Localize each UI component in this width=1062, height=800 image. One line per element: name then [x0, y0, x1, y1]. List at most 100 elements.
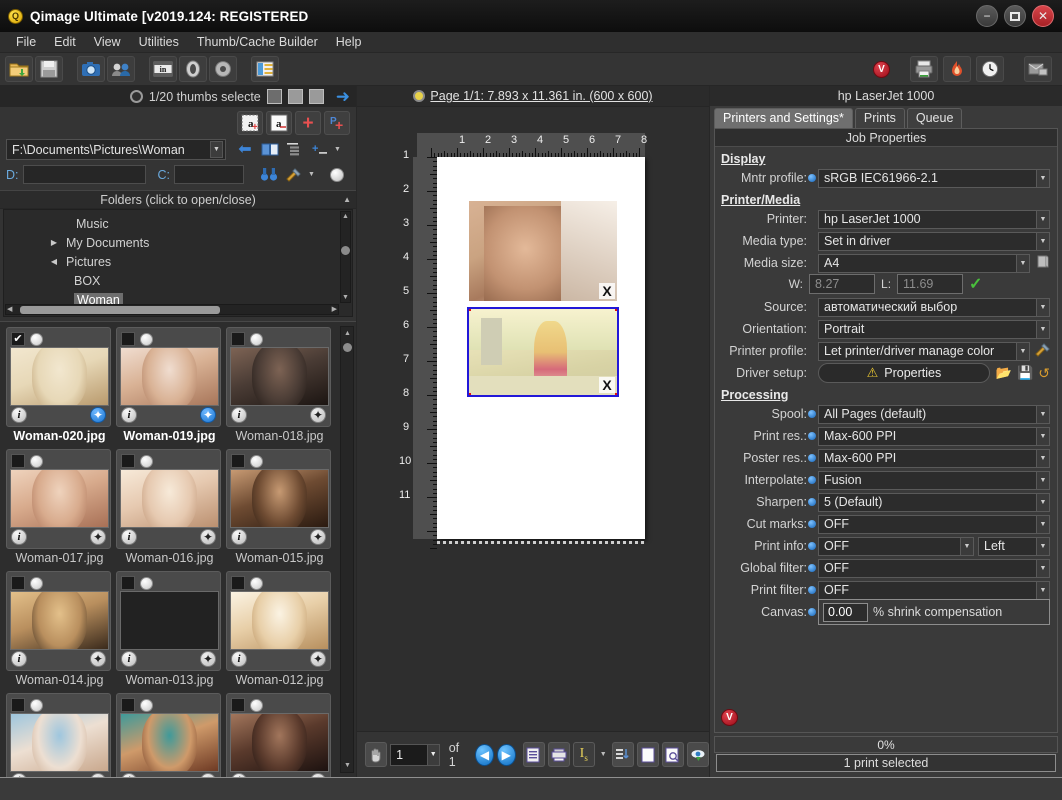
thumbnail-marker-icon[interactable] [250, 333, 263, 346]
thumbnail-image[interactable] [230, 347, 329, 406]
pan-hand-icon[interactable] [365, 742, 387, 767]
thumbnail-image[interactable] [120, 713, 219, 772]
tab-prints[interactable]: Prints [855, 108, 905, 128]
profile-tools-icon[interactable] [1035, 343, 1050, 360]
driver-load-icon[interactable]: 📂 [996, 365, 1012, 381]
add-to-page-arrow-icon[interactable]: ➜ [336, 88, 350, 105]
add-print-icon[interactable]: ✦ [90, 529, 106, 545]
list-view-icon[interactable] [251, 56, 279, 82]
media-size-icon[interactable] [1035, 254, 1050, 272]
folders-header[interactable]: Folders (click to open/close) ▲ [0, 190, 356, 209]
thumbnail-marker-icon[interactable] [140, 455, 153, 468]
thumbnail-marker-icon[interactable] [30, 577, 43, 590]
thumbnail-cell[interactable]: i✦Woman-016.jpg [116, 449, 223, 568]
chevron-down-icon[interactable]: ▼ [1036, 472, 1049, 489]
info-icon[interactable]: i [121, 529, 137, 545]
page-indicator-icon[interactable] [413, 90, 425, 102]
thumbnail-box[interactable]: i✦ [116, 571, 221, 671]
property-select[interactable]: автоматический выбор▼ [818, 298, 1050, 317]
chevron-down-icon[interactable]: ▼ [960, 538, 973, 555]
new-page-icon[interactable] [637, 742, 659, 767]
thumbnail-box[interactable]: i✦ [116, 693, 221, 777]
book-view-icon[interactable] [259, 140, 281, 160]
filmstrip-icon[interactable]: in [149, 56, 177, 82]
folder-item-my-documents[interactable]: ▶ My Documents [48, 233, 352, 252]
thumbnail-image[interactable] [230, 591, 329, 650]
thumbnail-marker-icon[interactable] [30, 699, 43, 712]
thumbnail-checkbox[interactable] [121, 332, 135, 346]
thumbnail-marker-icon[interactable] [140, 333, 153, 346]
add-print-icon[interactable]: ✦ [200, 651, 216, 667]
thumbnail-checkbox[interactable] [121, 454, 135, 468]
thumbnail-box[interactable]: ✔i✦ [6, 327, 111, 427]
help-dot-icon[interactable] [808, 174, 816, 182]
thumbnail-cell[interactable]: i✦Woman-010.jpg [116, 693, 223, 777]
driver-save-icon[interactable]: 💾 [1017, 365, 1033, 381]
property-select[interactable]: OFF▼ [818, 581, 1050, 600]
driver-reset-icon[interactable]: ↺ [1038, 365, 1050, 382]
thumbnail-checkbox[interactable] [11, 454, 25, 468]
thumbnail-checkbox[interactable] [121, 576, 135, 590]
folder-tree-hscroll-thumb[interactable] [20, 306, 220, 314]
menu-view[interactable]: View [86, 33, 129, 51]
print-item-1[interactable]: X [469, 201, 617, 301]
select-invert-button[interactable] [309, 89, 324, 104]
clock-icon[interactable] [976, 56, 1004, 82]
select-all-button[interactable] [288, 89, 303, 104]
thumbnail-image[interactable] [10, 469, 109, 528]
folder-item-box[interactable]: BOX [74, 271, 352, 290]
rename-batch-icon[interactable]: a+ [237, 111, 263, 135]
thumbnail-checkbox[interactable] [231, 698, 245, 712]
thumbnail-marker-icon[interactable] [250, 455, 263, 468]
remove-print-icon[interactable]: X [599, 377, 615, 393]
thumbnail-image[interactable] [10, 713, 109, 772]
thumbnail-scrollbar[interactable]: ▲ ▼ [340, 326, 354, 773]
version-badge-icon[interactable]: V [721, 709, 738, 726]
property-select[interactable]: Portrait▼ [818, 320, 1050, 339]
info-icon[interactable]: i [121, 407, 137, 423]
property-select[interactable]: OFF▼ [818, 559, 1050, 578]
menu-thumb-cache-builder[interactable]: Thumb/Cache Builder [189, 33, 326, 51]
property-select[interactable]: Set in driver▼ [818, 232, 1050, 251]
chevron-down-icon[interactable]: ▼ [1036, 450, 1049, 467]
property-select[interactable]: OFF▼ [818, 515, 1050, 534]
minimize-button[interactable]: − [976, 5, 998, 27]
info-icon[interactable]: i [231, 529, 247, 545]
property-select[interactable]: sRGB IEC61966-2.1▼ [818, 169, 1050, 188]
thumbnail-checkbox[interactable] [11, 576, 25, 590]
chevron-down-icon[interactable]: ▼ [1016, 343, 1029, 360]
thumbnail-cell[interactable]: i✦Woman-012.jpg [226, 571, 333, 690]
add-page-plus-icon[interactable]: P+ [324, 111, 350, 135]
gear-icon[interactable] [209, 56, 237, 82]
c-field[interactable] [174, 165, 244, 184]
add-print-icon[interactable]: ✦ [90, 407, 106, 423]
batch-people-icon[interactable] [107, 56, 135, 82]
thumbnail-marker-icon[interactable] [30, 455, 43, 468]
thumbnail-box[interactable]: i✦ [6, 693, 111, 777]
thumbnail-image[interactable] [230, 713, 329, 772]
add-print-icon[interactable]: ✦ [90, 651, 106, 667]
add-print-icon[interactable]: ✦ [310, 529, 326, 545]
thumbnail-marker-icon[interactable] [250, 699, 263, 712]
printer-queue-icon[interactable] [548, 742, 570, 767]
property-select[interactable]: A4▼ [818, 254, 1030, 273]
add-print-icon[interactable]: ✦ [310, 651, 326, 667]
thumbnail-checkbox[interactable] [231, 332, 245, 346]
folder-item-music[interactable]: Music [64, 214, 352, 233]
folder-arrow-icon[interactable]: ▶ [48, 238, 60, 247]
chevron-down-icon[interactable]: ▼ [1016, 255, 1029, 272]
help-dot-icon[interactable] [808, 542, 816, 550]
chevron-down-icon[interactable]: ▼ [1036, 516, 1049, 533]
tab-queue[interactable]: Queue [907, 108, 963, 128]
camera-icon[interactable] [77, 56, 105, 82]
thumbnail-cell[interactable]: i✦Woman-009.jpg [226, 693, 333, 777]
menu-file[interactable]: File [8, 33, 44, 51]
thumbnail-cell[interactable]: i✦Woman-011.jpg [6, 693, 113, 777]
chevron-up-icon[interactable]: ▲ [343, 195, 351, 204]
chevron-down-icon[interactable]: ▼ [1036, 428, 1049, 445]
status-dot-icon[interactable] [330, 168, 344, 182]
folder-path-combo[interactable]: F:\Documents\Pictures\Woman ▼ [6, 139, 226, 160]
page-number-input[interactable]: 1 ▼ [390, 744, 440, 766]
info-icon[interactable]: i [231, 407, 247, 423]
thumbnail-marker-icon[interactable] [30, 333, 43, 346]
